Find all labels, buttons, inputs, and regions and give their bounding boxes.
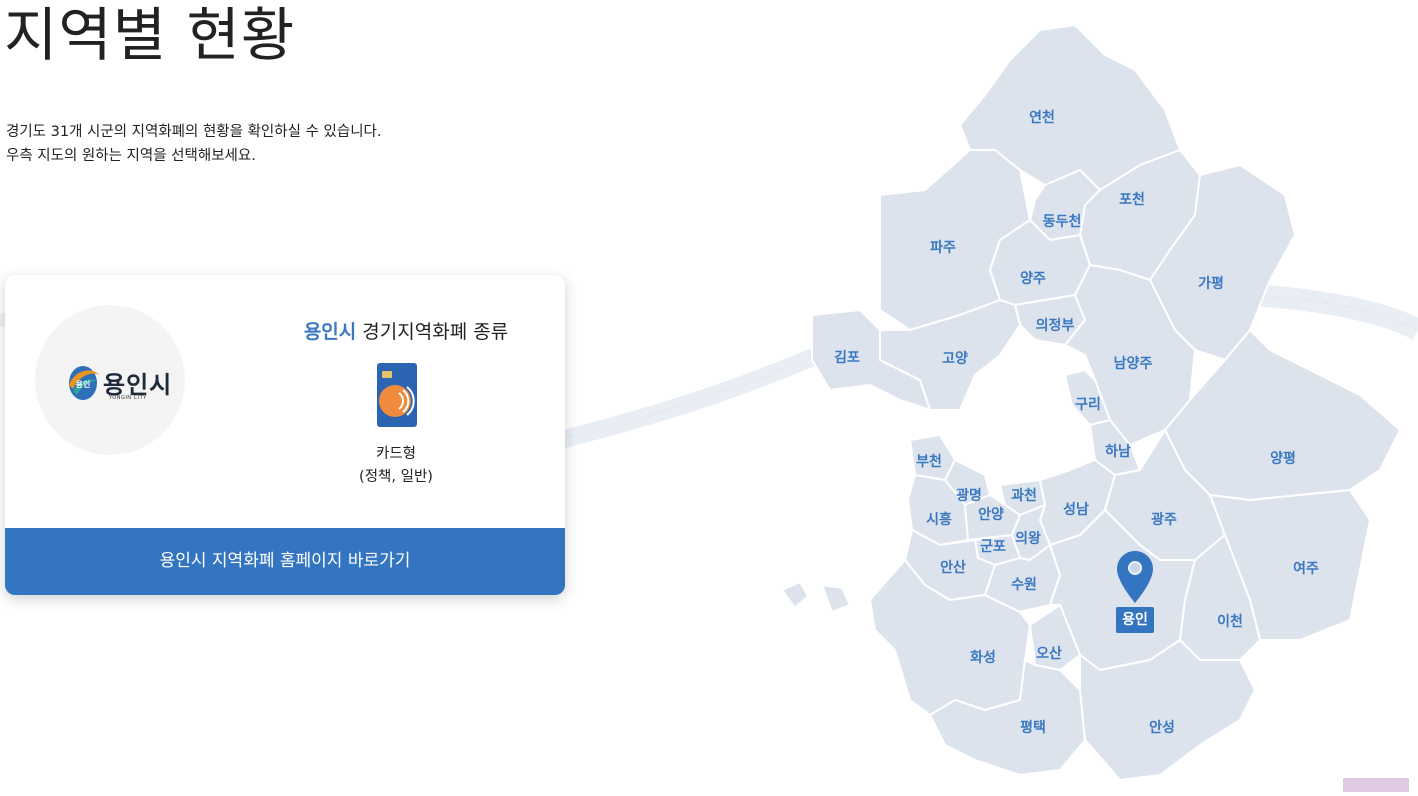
card-heading: 용인시 경기지역화폐 종류 bbox=[291, 317, 521, 344]
map-label-gunpo[interactable]: 군포 bbox=[980, 536, 1006, 556]
map-label-anseong[interactable]: 안성 bbox=[1149, 717, 1175, 737]
map-label-anyang[interactable]: 안양 bbox=[978, 504, 1004, 524]
map-label-yangpyeong[interactable]: 양평 bbox=[1270, 448, 1296, 468]
map-label-goyang[interactable]: 고양 bbox=[942, 348, 968, 368]
city-logo: 용인 용인시 YONGIN CITY bbox=[35, 305, 185, 455]
svg-text:용인: 용인 bbox=[76, 379, 91, 389]
map-label-uiwang[interactable]: 의왕 bbox=[1015, 528, 1041, 548]
card-type: 카드형 (정책, 일반) bbox=[291, 443, 501, 489]
card-heading-city: 용인시 bbox=[303, 321, 357, 343]
map-label-yeoju[interactable]: 여주 bbox=[1293, 558, 1319, 578]
map-label-yangju[interactable]: 양주 bbox=[1020, 268, 1046, 288]
map-label-dongducheon[interactable]: 동두천 bbox=[1043, 211, 1082, 231]
map-label-siheung[interactable]: 시흥 bbox=[926, 509, 952, 529]
homepage-link-button[interactable]: 용인시 지역화폐 홈페이지 바로가기 bbox=[5, 528, 565, 595]
corner-decoration bbox=[1343, 778, 1409, 792]
map-label-gwangju[interactable]: 광주 bbox=[1151, 509, 1177, 529]
map-label-pyeongtaek[interactable]: 평택 bbox=[1020, 717, 1046, 737]
map-label-gapyeong[interactable]: 가평 bbox=[1198, 273, 1224, 293]
map-label-guri[interactable]: 구리 bbox=[1075, 394, 1101, 414]
map-label-ansan[interactable]: 안산 bbox=[940, 557, 966, 577]
map-label-icheon[interactable]: 이천 bbox=[1217, 611, 1243, 631]
region-info-card: 용인 용인시 YONGIN CITY 용인시 경기지역화폐 종류 카드형 (정책… bbox=[5, 275, 565, 595]
logo-subtext: YONGIN CITY bbox=[109, 395, 147, 401]
card-heading-rest: 경기지역화폐 종류 bbox=[356, 321, 509, 343]
location-pin-icon bbox=[1117, 551, 1153, 603]
map-label-seongnam[interactable]: 성남 bbox=[1063, 499, 1089, 519]
selected-region-label[interactable]: 용인 bbox=[1116, 607, 1154, 633]
card-type-line-2: (정책, 일반) bbox=[359, 469, 433, 485]
map-label-hwaseong[interactable]: 화성 bbox=[970, 647, 996, 667]
map-label-paju[interactable]: 파주 bbox=[930, 237, 956, 257]
map-label-gwacheon[interactable]: 과천 bbox=[1011, 485, 1037, 505]
map-label-suwon[interactable]: 수원 bbox=[1011, 574, 1037, 594]
map-label-osan[interactable]: 오산 bbox=[1036, 643, 1062, 663]
region-yangpyeong bbox=[1164, 329, 1401, 501]
map-label-gwangmyeong[interactable]: 광명 bbox=[956, 485, 982, 505]
map-label-yeoncheon[interactable]: 연천 bbox=[1029, 107, 1055, 127]
map-label-gimpo[interactable]: 김포 bbox=[834, 347, 860, 367]
map-label-hanam[interactable]: 하남 bbox=[1105, 441, 1131, 461]
map-label-pocheon[interactable]: 포천 bbox=[1119, 189, 1145, 209]
yongin-emblem-icon: 용인 bbox=[69, 366, 99, 400]
map-label-bucheon[interactable]: 부천 bbox=[916, 451, 942, 471]
map-label-uijeongbu[interactable]: 의정부 bbox=[1036, 315, 1075, 335]
card-type-line-1: 카드형 bbox=[375, 446, 417, 462]
local-currency-card-icon bbox=[377, 363, 417, 427]
map-label-namyangju[interactable]: 남양주 bbox=[1114, 353, 1153, 373]
